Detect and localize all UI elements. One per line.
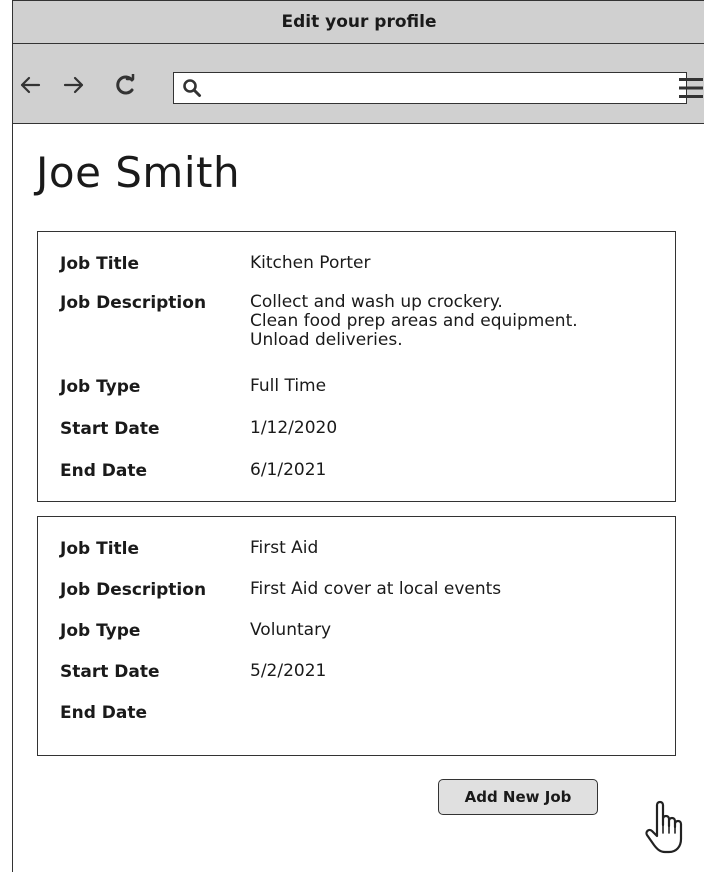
- search-icon: [182, 78, 202, 98]
- job-type-value: Voluntary: [250, 620, 332, 640]
- end-date-label: End Date: [60, 461, 148, 481]
- job-description-value: Collect and wash up crockery. Clean food…: [250, 292, 578, 350]
- start-date-label: Start Date: [60, 662, 160, 682]
- browser-window: Edit your profile Joe Smith Job Title Ki…: [12, 0, 704, 872]
- hamburger-menu-icon[interactable]: [677, 76, 704, 100]
- job-title-label: Job Title: [60, 539, 139, 559]
- job-card: Job Title First Aid Job Description Firs…: [37, 516, 676, 756]
- browser-toolbar: [13, 44, 704, 124]
- job-title-label: Job Title: [60, 254, 139, 274]
- job-title-value: First Aid: [250, 538, 319, 558]
- start-date-value: 1/12/2020: [250, 418, 338, 438]
- job-title-value: Kitchen Porter: [250, 253, 371, 273]
- job-type-label: Job Type: [60, 377, 141, 397]
- hand-pointer-icon: [643, 799, 693, 859]
- job-description-value: First Aid cover at local events: [250, 579, 502, 599]
- arrow-right-icon[interactable]: [63, 74, 85, 96]
- job-type-label: Job Type: [60, 621, 141, 641]
- start-date-label: Start Date: [60, 419, 160, 439]
- profile-name: Joe Smith: [36, 148, 241, 197]
- add-new-job-button[interactable]: Add New Job: [438, 779, 598, 815]
- job-type-value: Full Time: [250, 376, 327, 396]
- end-date-label: End Date: [60, 703, 148, 723]
- address-bar[interactable]: [173, 72, 687, 104]
- job-description-label: Job Description: [60, 293, 207, 313]
- reload-icon[interactable]: [115, 74, 137, 96]
- end-date-value: 6/1/2021: [250, 460, 327, 480]
- address-input[interactable]: [208, 75, 682, 101]
- title-bar: Edit your profile: [13, 1, 704, 44]
- job-description-label: Job Description: [60, 580, 207, 600]
- window-title: Edit your profile: [281, 12, 437, 32]
- arrow-left-icon[interactable]: [19, 74, 41, 96]
- job-card: Job Title Kitchen Porter Job Description…: [37, 231, 676, 502]
- start-date-value: 5/2/2021: [250, 661, 327, 681]
